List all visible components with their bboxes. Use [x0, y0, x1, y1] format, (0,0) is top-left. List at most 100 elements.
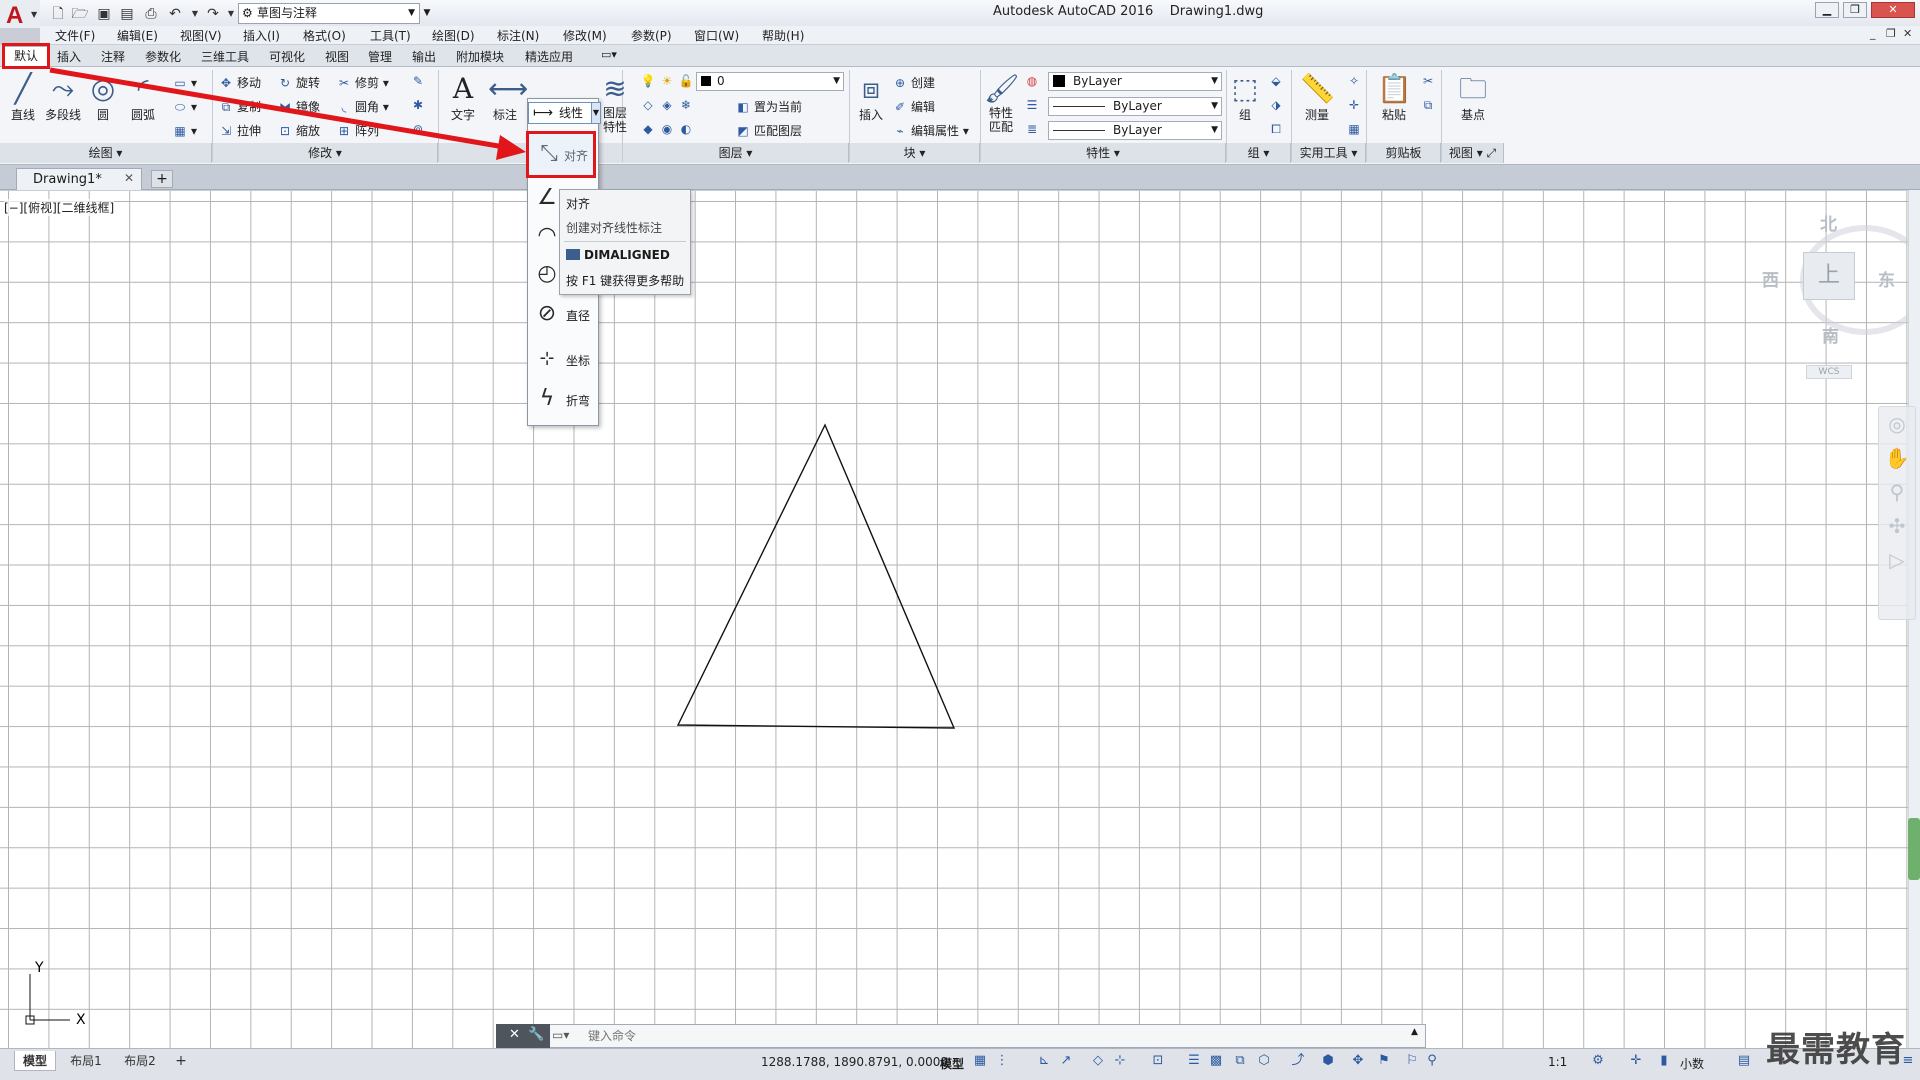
insert-block-button[interactable]: ⧈ 插入	[854, 72, 888, 123]
coordinate-readout[interactable]: 1288.1788, 1890.8791, 0.0000	[761, 1055, 948, 1069]
set-current-button[interactable]: ◧ 置为当前	[735, 98, 802, 115]
tab-featured-apps[interactable]: 精选应用	[525, 48, 573, 65]
fillet-button[interactable]: ◟ 圆角 ▾	[336, 98, 389, 115]
circle-button[interactable]: ◎ 圆	[86, 72, 120, 123]
workspace-gear-icon[interactable]: ⚙	[1590, 1053, 1606, 1069]
paste-button[interactable]: 📋 粘贴	[1374, 72, 1414, 123]
tab-manage[interactable]: 管理	[368, 48, 392, 65]
layer-dropdown[interactable]: 0 ▼	[696, 72, 844, 91]
lineweight-dropdown[interactable]: ByLayer ▼	[1048, 121, 1222, 140]
menu-tools[interactable]: 工具(T)	[370, 27, 411, 44]
erase-button[interactable]: ✎	[410, 74, 429, 88]
undo-dropdown-icon[interactable]: ▼	[185, 4, 205, 24]
menu-view[interactable]: 视图(V)	[180, 27, 222, 44]
menu-insert[interactable]: 插入(I)	[243, 27, 280, 44]
layers-panel-title[interactable]: 图层 ▾	[623, 143, 849, 163]
close-icon[interactable]: ✕	[124, 171, 134, 185]
undo-icon[interactable]: ↶	[165, 4, 185, 24]
rotate-button[interactable]: ↻ 旋转	[277, 74, 320, 91]
copy-clip-button[interactable]: ⧉	[1420, 98, 1439, 113]
saveas-icon[interactable]: ▤	[117, 4, 137, 24]
snap-icon[interactable]: ⋮	[994, 1053, 1010, 1069]
edit-attributes-button[interactable]: ⌁ 编辑属性 ▾	[892, 122, 968, 139]
new-tab-button[interactable]: +	[151, 170, 173, 188]
selection-cycling-icon[interactable]: ⧉	[1232, 1053, 1248, 1069]
menu-format[interactable]: 格式(O)	[303, 27, 346, 44]
layer-tools-row2[interactable]: ◆ ◉ ◐	[640, 122, 697, 136]
layout-tab-layout1[interactable]: 布局1	[64, 1051, 108, 1071]
transparency-icon[interactable]: ▩	[1208, 1053, 1224, 1069]
menu-parametric[interactable]: 参数(P)	[631, 27, 672, 44]
workspace-selector[interactable]: ⚙ 草图与注释 ▼	[238, 3, 420, 24]
quick-select-button[interactable]: ✧	[1346, 74, 1365, 88]
block-panel-title[interactable]: 块 ▾	[850, 143, 980, 163]
tab-visualize[interactable]: 可视化	[269, 48, 305, 65]
doc-minimize-button[interactable]: _	[1870, 27, 1876, 40]
dynamic-ucs-icon[interactable]: ⤴	[1290, 1053, 1306, 1069]
dimension-button[interactable]: ⟷ 标注	[488, 72, 528, 123]
match-layer-button[interactable]: ◩ 匹配图层	[735, 122, 802, 139]
doc-close-button[interactable]: ✕	[1903, 27, 1912, 40]
stretch-button[interactable]: ⇲ 拉伸	[218, 122, 261, 139]
menu-modify[interactable]: 修改(M)	[563, 27, 607, 44]
polar-icon[interactable]: ↗	[1058, 1053, 1074, 1069]
rectangle-button[interactable]: ▭ ▾	[172, 76, 197, 90]
dropdown-item-diameter[interactable]: ⊘ 直径	[528, 297, 598, 331]
properties-panel-title[interactable]: 特性 ▾	[981, 143, 1226, 163]
doc-restore-button[interactable]: ❐	[1886, 27, 1896, 40]
menu-help[interactable]: 帮助(H)	[762, 27, 804, 44]
explode-button[interactable]: ✱	[410, 98, 429, 112]
offset-button[interactable]: ⊚	[410, 122, 429, 136]
viewcube-top-face[interactable]: 上	[1803, 252, 1855, 300]
ellipse-button[interactable]: ⬭ ▾	[172, 100, 197, 115]
viewcube-east[interactable]: 东	[1878, 266, 1895, 291]
cut-button[interactable]: ✂	[1420, 74, 1439, 88]
ungroup-button[interactable]: ⬙	[1268, 74, 1287, 88]
tab-annotate[interactable]: 注释	[101, 48, 125, 65]
edit-block-button[interactable]: ✐ 编辑	[892, 98, 935, 115]
new-icon[interactable]: 🗋	[48, 4, 68, 24]
navigation-bar[interactable]: ◎ ✋ ⚲ ✣ ▷	[1878, 406, 1916, 620]
layer-properties-button[interactable]: ≋ 图层 特性	[598, 72, 632, 134]
minimize-button[interactable]: ▁	[1815, 2, 1839, 18]
text-button[interactable]: A 文字	[446, 72, 480, 123]
array-button[interactable]: ⊞ 阵列	[336, 122, 379, 139]
dimension-type-button[interactable]: ⟼ 线性 ▼	[528, 102, 601, 124]
customize-quick-access-icon[interactable]: ▼	[421, 3, 433, 24]
group-button[interactable]: ⬚ 组	[1228, 72, 1262, 123]
calculator-button[interactable]: ▦	[1346, 122, 1365, 136]
copy-button[interactable]: ⧉ 复制	[218, 98, 261, 115]
quick-properties-icon[interactable]: ▤	[1736, 1053, 1752, 1069]
layout-tab-layout2[interactable]: 布局2	[118, 1051, 162, 1071]
selection-filter-icon[interactable]: ⬢	[1320, 1053, 1336, 1069]
close-icon[interactable]: ✕	[509, 1027, 520, 1042]
color-wheel-icon[interactable]: ◍	[1024, 74, 1043, 88]
gizmo-icon[interactable]: ✥	[1350, 1053, 1366, 1069]
dropdown-item-ordinate[interactable]: ⊹ 坐标	[528, 342, 598, 376]
trim-button[interactable]: ✂ 修剪 ▾	[336, 74, 389, 91]
clipboard-panel-title[interactable]: 剪贴板	[1367, 143, 1441, 163]
tab-parametric[interactable]: 参数化	[145, 48, 181, 65]
add-layout-button[interactable]: +	[172, 1051, 190, 1071]
viewport-controls[interactable]: [−][俯视][二维线框]	[4, 199, 115, 216]
ribbon-minimize-icon[interactable]: ▭▾	[601, 48, 617, 61]
wcs-menu[interactable]: WCS	[1806, 365, 1852, 379]
tab-insert[interactable]: 插入	[57, 48, 81, 65]
print-icon[interactable]: ⎙	[141, 4, 161, 24]
annotation-visibility-icon[interactable]: ⚑	[1376, 1053, 1392, 1069]
linetype-dropdown[interactable]: ByLayer ▼	[1048, 97, 1222, 116]
object-snap-tracking-icon[interactable]: ⊹	[1112, 1053, 1128, 1069]
create-block-button[interactable]: ⊕ 创建	[892, 74, 935, 91]
menu-file[interactable]: 文件(F)	[55, 27, 95, 44]
3d-osnap-icon[interactable]: ⬡	[1256, 1053, 1272, 1069]
zoom-icon[interactable]: ⚲	[1879, 475, 1915, 509]
steering-wheel-icon[interactable]: ◎	[1879, 407, 1915, 441]
hatch-button[interactable]: ▦ ▾	[172, 124, 197, 138]
layout-tab-model[interactable]: 模型	[14, 1051, 56, 1071]
color-dropdown[interactable]: ByLayer ▼	[1048, 72, 1222, 91]
linetype-icon[interactable]: ☰	[1024, 98, 1043, 112]
viewcube-west[interactable]: 西	[1762, 266, 1779, 291]
layer-tools-row1[interactable]: ◇ ◈ ❄	[640, 98, 697, 112]
mirror-button[interactable]: ⧓ 镜像	[277, 98, 320, 115]
ortho-icon[interactable]: ⊾	[1036, 1053, 1052, 1069]
